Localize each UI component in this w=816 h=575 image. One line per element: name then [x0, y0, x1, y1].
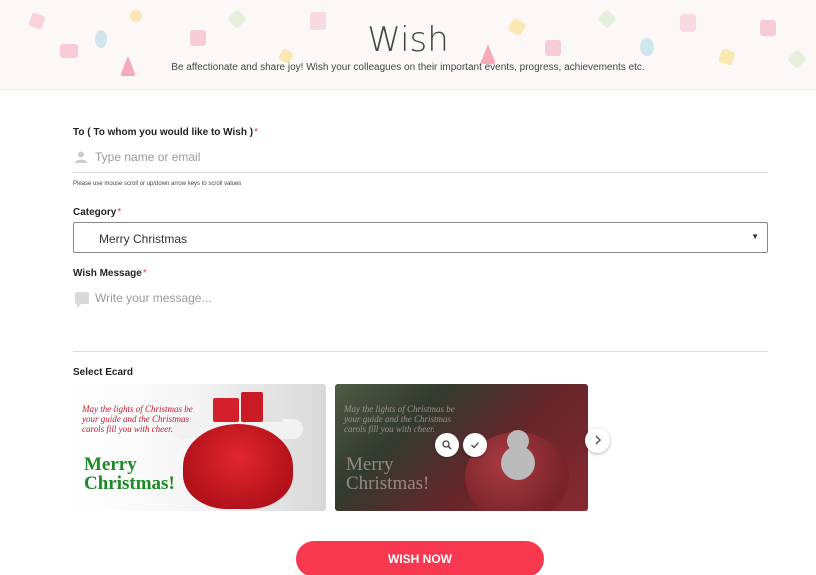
- message-divider: [73, 351, 768, 352]
- wish-now-button[interactable]: WISH NOW: [296, 541, 544, 575]
- to-field-label-text: To ( To whom you would like to Wish ): [73, 127, 254, 138]
- required-mark: *: [142, 268, 147, 279]
- chat-bubble-icon: [75, 292, 89, 308]
- chevron-down-icon: ▼: [751, 232, 759, 241]
- category-label-text: Category: [73, 207, 117, 218]
- recipient-input[interactable]: Type name or email: [95, 150, 200, 164]
- recipient-input-underline: [73, 172, 768, 173]
- gift-decor: [213, 398, 239, 422]
- message-textarea[interactable]: Write your message...: [95, 291, 211, 305]
- required-mark: *: [117, 207, 122, 218]
- ecard-hover-overlay: [335, 384, 588, 511]
- page-title: Wish: [367, 20, 449, 60]
- category-select[interactable]: Merry Christmas ▼: [73, 222, 768, 253]
- ecard-title: Merry Christmas!: [84, 454, 175, 494]
- ecard-option-2[interactable]: May the lights of Christmas be your guid…: [335, 384, 588, 511]
- category-selected-value: Merry Christmas: [99, 232, 188, 246]
- required-mark: *: [254, 127, 258, 138]
- message-label: Wish Message*: [73, 268, 147, 279]
- category-label: Category*: [73, 207, 121, 218]
- ecard-verse: May the lights of Christmas be your guid…: [82, 404, 193, 434]
- check-icon[interactable]: [463, 433, 487, 457]
- zoom-icon[interactable]: [435, 433, 459, 457]
- to-field-label: To ( To whom you would like to Wish )*: [73, 127, 258, 138]
- gift-decor: [241, 392, 263, 422]
- message-label-text: Wish Message: [73, 268, 142, 279]
- chevron-right-icon[interactable]: [585, 428, 610, 453]
- recipient-hint: Please use mouse scroll or up/down arrow…: [73, 181, 242, 187]
- select-ecard-label: Select Ecard: [73, 367, 134, 378]
- person-icon: [75, 151, 87, 163]
- santa-sack-image: [183, 424, 293, 509]
- header-banner: Wish Be affectionate and share joy! Wish…: [0, 0, 816, 90]
- gift-decor: [263, 400, 283, 422]
- page-subtitle: Be affectionate and share joy! Wish your…: [171, 62, 645, 73]
- ecard-option-1[interactable]: May the lights of Christmas be your guid…: [73, 384, 326, 511]
